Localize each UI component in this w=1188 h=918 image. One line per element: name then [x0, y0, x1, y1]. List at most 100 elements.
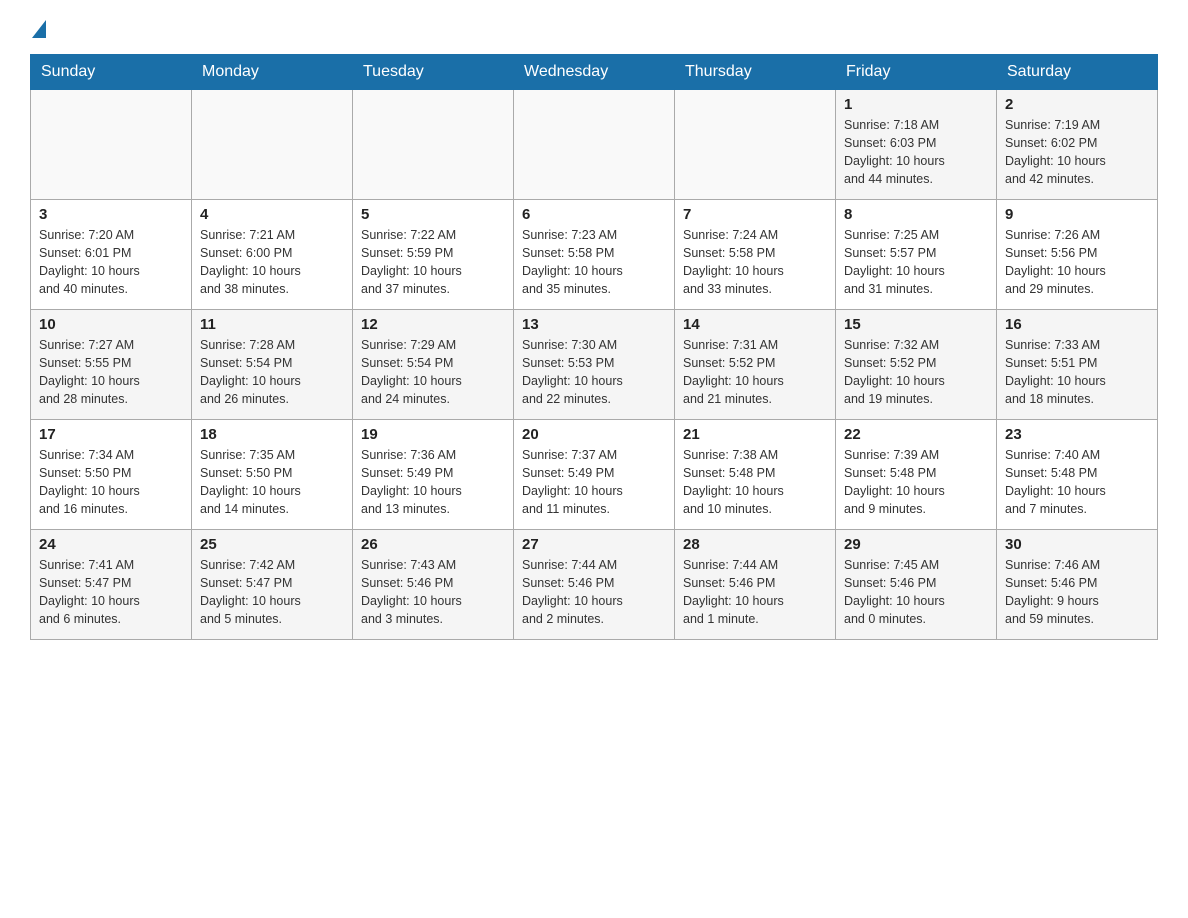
- day-info: Sunrise: 7:32 AM Sunset: 5:52 PM Dayligh…: [844, 336, 988, 409]
- calendar-day-cell: [514, 90, 675, 200]
- calendar-week-row: 3 Sunrise: 7:20 AM Sunset: 6:01 PM Daylig…: [31, 200, 1158, 310]
- day-number: 8: [844, 206, 988, 223]
- logo: [30, 20, 48, 38]
- calendar-day-cell: 12Sunrise: 7:29 AM Sunset: 5:54 PM Dayli…: [353, 310, 514, 420]
- calendar-day-cell: 19Sunrise: 7:36 AM Sunset: 5:49 PM Dayli…: [353, 420, 514, 530]
- day-info: Sunrise: 7:38 AM Sunset: 5:48 PM Dayligh…: [683, 446, 827, 519]
- calendar-day-cell: 9 Sunrise: 7:26 AM Sunset: 5:56 PM Daylig…: [997, 200, 1158, 310]
- calendar-day-cell: 14 Sunrise: 7:31 AM Sunset: 5:52 PM Dayli…: [675, 310, 836, 420]
- day-of-week-header: Thursday: [675, 55, 836, 90]
- day-number: 18: [200, 426, 344, 443]
- calendar-day-cell: 30 Sunrise: 7:46 AM Sunset: 5:46 PM Dayli…: [997, 530, 1158, 640]
- day-number: 15: [844, 316, 988, 333]
- calendar-day-cell: 16 Sunrise: 7:33 AM Sunset: 5:51 PM Dayli…: [997, 310, 1158, 420]
- calendar-week-row: 1 Sunrise: 7:18 AM Sunset: 6:03 PM Daylig…: [31, 90, 1158, 200]
- calendar-day-cell: 17 Sunrise: 7:34 AM Sunset: 5:50 PM Dayli…: [31, 420, 192, 530]
- calendar-day-cell: 27 Sunrise: 7:44 AM Sunset: 5:46 PM Dayli…: [514, 530, 675, 640]
- day-number: 5: [361, 206, 505, 223]
- calendar-day-cell: [353, 90, 514, 200]
- day-of-week-header: Tuesday: [353, 55, 514, 90]
- calendar-day-cell: 4Sunrise: 7:21 AM Sunset: 6:00 PM Daylig…: [192, 200, 353, 310]
- day-number: 3: [39, 206, 183, 223]
- day-info: Sunrise: 7:44 AM Sunset: 5:46 PM Dayligh…: [522, 556, 666, 629]
- day-info: Sunrise: 7:24 AM Sunset: 5:58 PM Dayligh…: [683, 226, 827, 299]
- day-number: 17: [39, 426, 183, 443]
- day-info: Sunrise: 7:40 AM Sunset: 5:48 PM Dayligh…: [1005, 446, 1149, 519]
- day-number: 23: [1005, 426, 1149, 443]
- day-number: 10: [39, 316, 183, 333]
- day-info: Sunrise: 7:33 AM Sunset: 5:51 PM Dayligh…: [1005, 336, 1149, 409]
- logo-triangle-icon: [32, 20, 46, 38]
- calendar-day-cell: 22Sunrise: 7:39 AM Sunset: 5:48 PM Dayli…: [836, 420, 997, 530]
- calendar-day-cell: 23 Sunrise: 7:40 AM Sunset: 5:48 PM Dayli…: [997, 420, 1158, 530]
- day-number: 1: [844, 96, 988, 113]
- day-info: Sunrise: 7:30 AM Sunset: 5:53 PM Dayligh…: [522, 336, 666, 409]
- day-info: Sunrise: 7:27 AM Sunset: 5:55 PM Dayligh…: [39, 336, 183, 409]
- day-of-week-header: Friday: [836, 55, 997, 90]
- day-number: 9: [1005, 206, 1149, 223]
- day-info: Sunrise: 7:20 AM Sunset: 6:01 PM Dayligh…: [39, 226, 183, 299]
- calendar-week-row: 17 Sunrise: 7:34 AM Sunset: 5:50 PM Dayli…: [31, 420, 1158, 530]
- day-info: Sunrise: 7:45 AM Sunset: 5:46 PM Dayligh…: [844, 556, 988, 629]
- day-info: Sunrise: 7:46 AM Sunset: 5:46 PM Dayligh…: [1005, 556, 1149, 629]
- calendar-day-cell: 28Sunrise: 7:44 AM Sunset: 5:46 PM Dayli…: [675, 530, 836, 640]
- calendar-day-cell: 8 Sunrise: 7:25 AM Sunset: 5:57 PM Daylig…: [836, 200, 997, 310]
- calendar-day-cell: [192, 90, 353, 200]
- calendar-day-cell: 11 Sunrise: 7:28 AM Sunset: 5:54 PM Dayli…: [192, 310, 353, 420]
- day-number: 4: [200, 206, 344, 223]
- day-number: 29: [844, 536, 988, 553]
- day-info: Sunrise: 7:19 AM Sunset: 6:02 PM Dayligh…: [1005, 116, 1149, 189]
- calendar-day-cell: 20Sunrise: 7:37 AM Sunset: 5:49 PM Dayli…: [514, 420, 675, 530]
- calendar-day-cell: 13 Sunrise: 7:30 AM Sunset: 5:53 PM Dayli…: [514, 310, 675, 420]
- day-info: Sunrise: 7:31 AM Sunset: 5:52 PM Dayligh…: [683, 336, 827, 409]
- calendar-day-cell: [675, 90, 836, 200]
- day-number: 7: [683, 206, 827, 223]
- day-number: 21: [683, 426, 827, 443]
- day-number: 16: [1005, 316, 1149, 333]
- calendar-day-cell: 26Sunrise: 7:43 AM Sunset: 5:46 PM Dayli…: [353, 530, 514, 640]
- calendar-day-cell: 25Sunrise: 7:42 AM Sunset: 5:47 PM Dayli…: [192, 530, 353, 640]
- day-info: Sunrise: 7:18 AM Sunset: 6:03 PM Dayligh…: [844, 116, 988, 189]
- calendar-day-cell: 2 Sunrise: 7:19 AM Sunset: 6:02 PM Daylig…: [997, 90, 1158, 200]
- day-info: Sunrise: 7:35 AM Sunset: 5:50 PM Dayligh…: [200, 446, 344, 519]
- day-number: 25: [200, 536, 344, 553]
- day-info: Sunrise: 7:22 AM Sunset: 5:59 PM Dayligh…: [361, 226, 505, 299]
- day-info: Sunrise: 7:41 AM Sunset: 5:47 PM Dayligh…: [39, 556, 183, 629]
- day-info: Sunrise: 7:39 AM Sunset: 5:48 PM Dayligh…: [844, 446, 988, 519]
- day-info: Sunrise: 7:23 AM Sunset: 5:58 PM Dayligh…: [522, 226, 666, 299]
- day-number: 20: [522, 426, 666, 443]
- day-number: 13: [522, 316, 666, 333]
- calendar-day-cell: 3 Sunrise: 7:20 AM Sunset: 6:01 PM Daylig…: [31, 200, 192, 310]
- calendar-day-cell: 18 Sunrise: 7:35 AM Sunset: 5:50 PM Dayli…: [192, 420, 353, 530]
- page-header: [30, 20, 1158, 38]
- day-number: 2: [1005, 96, 1149, 113]
- day-info: Sunrise: 7:43 AM Sunset: 5:46 PM Dayligh…: [361, 556, 505, 629]
- day-of-week-header: Sunday: [31, 55, 192, 90]
- calendar-day-cell: 7 Sunrise: 7:24 AM Sunset: 5:58 PM Daylig…: [675, 200, 836, 310]
- calendar-day-cell: 1 Sunrise: 7:18 AM Sunset: 6:03 PM Daylig…: [836, 90, 997, 200]
- day-of-week-header: Wednesday: [514, 55, 675, 90]
- day-number: 27: [522, 536, 666, 553]
- calendar-day-cell: 10 Sunrise: 7:27 AM Sunset: 5:55 PM Dayli…: [31, 310, 192, 420]
- day-number: 30: [1005, 536, 1149, 553]
- day-number: 11: [200, 316, 344, 333]
- calendar-table: SundayMondayTuesdayWednesdayThursdayFrid…: [30, 54, 1158, 640]
- calendar-day-cell: 15 Sunrise: 7:32 AM Sunset: 5:52 PM Dayli…: [836, 310, 997, 420]
- calendar-day-cell: 21 Sunrise: 7:38 AM Sunset: 5:48 PM Dayli…: [675, 420, 836, 530]
- day-info: Sunrise: 7:28 AM Sunset: 5:54 PM Dayligh…: [200, 336, 344, 409]
- calendar-header-row: SundayMondayTuesdayWednesdayThursdayFrid…: [31, 55, 1158, 90]
- day-number: 6: [522, 206, 666, 223]
- day-info: Sunrise: 7:36 AM Sunset: 5:49 PM Dayligh…: [361, 446, 505, 519]
- day-number: 28: [683, 536, 827, 553]
- calendar-day-cell: 24 Sunrise: 7:41 AM Sunset: 5:47 PM Dayli…: [31, 530, 192, 640]
- day-number: 24: [39, 536, 183, 553]
- day-info: Sunrise: 7:25 AM Sunset: 5:57 PM Dayligh…: [844, 226, 988, 299]
- day-of-week-header: Saturday: [997, 55, 1158, 90]
- day-number: 14: [683, 316, 827, 333]
- day-info: Sunrise: 7:29 AM Sunset: 5:54 PM Dayligh…: [361, 336, 505, 409]
- day-info: Sunrise: 7:34 AM Sunset: 5:50 PM Dayligh…: [39, 446, 183, 519]
- calendar-day-cell: 5 Sunrise: 7:22 AM Sunset: 5:59 PM Daylig…: [353, 200, 514, 310]
- calendar-day-cell: 6 Sunrise: 7:23 AM Sunset: 5:58 PM Daylig…: [514, 200, 675, 310]
- day-info: Sunrise: 7:26 AM Sunset: 5:56 PM Dayligh…: [1005, 226, 1149, 299]
- calendar-week-row: 24 Sunrise: 7:41 AM Sunset: 5:47 PM Dayli…: [31, 530, 1158, 640]
